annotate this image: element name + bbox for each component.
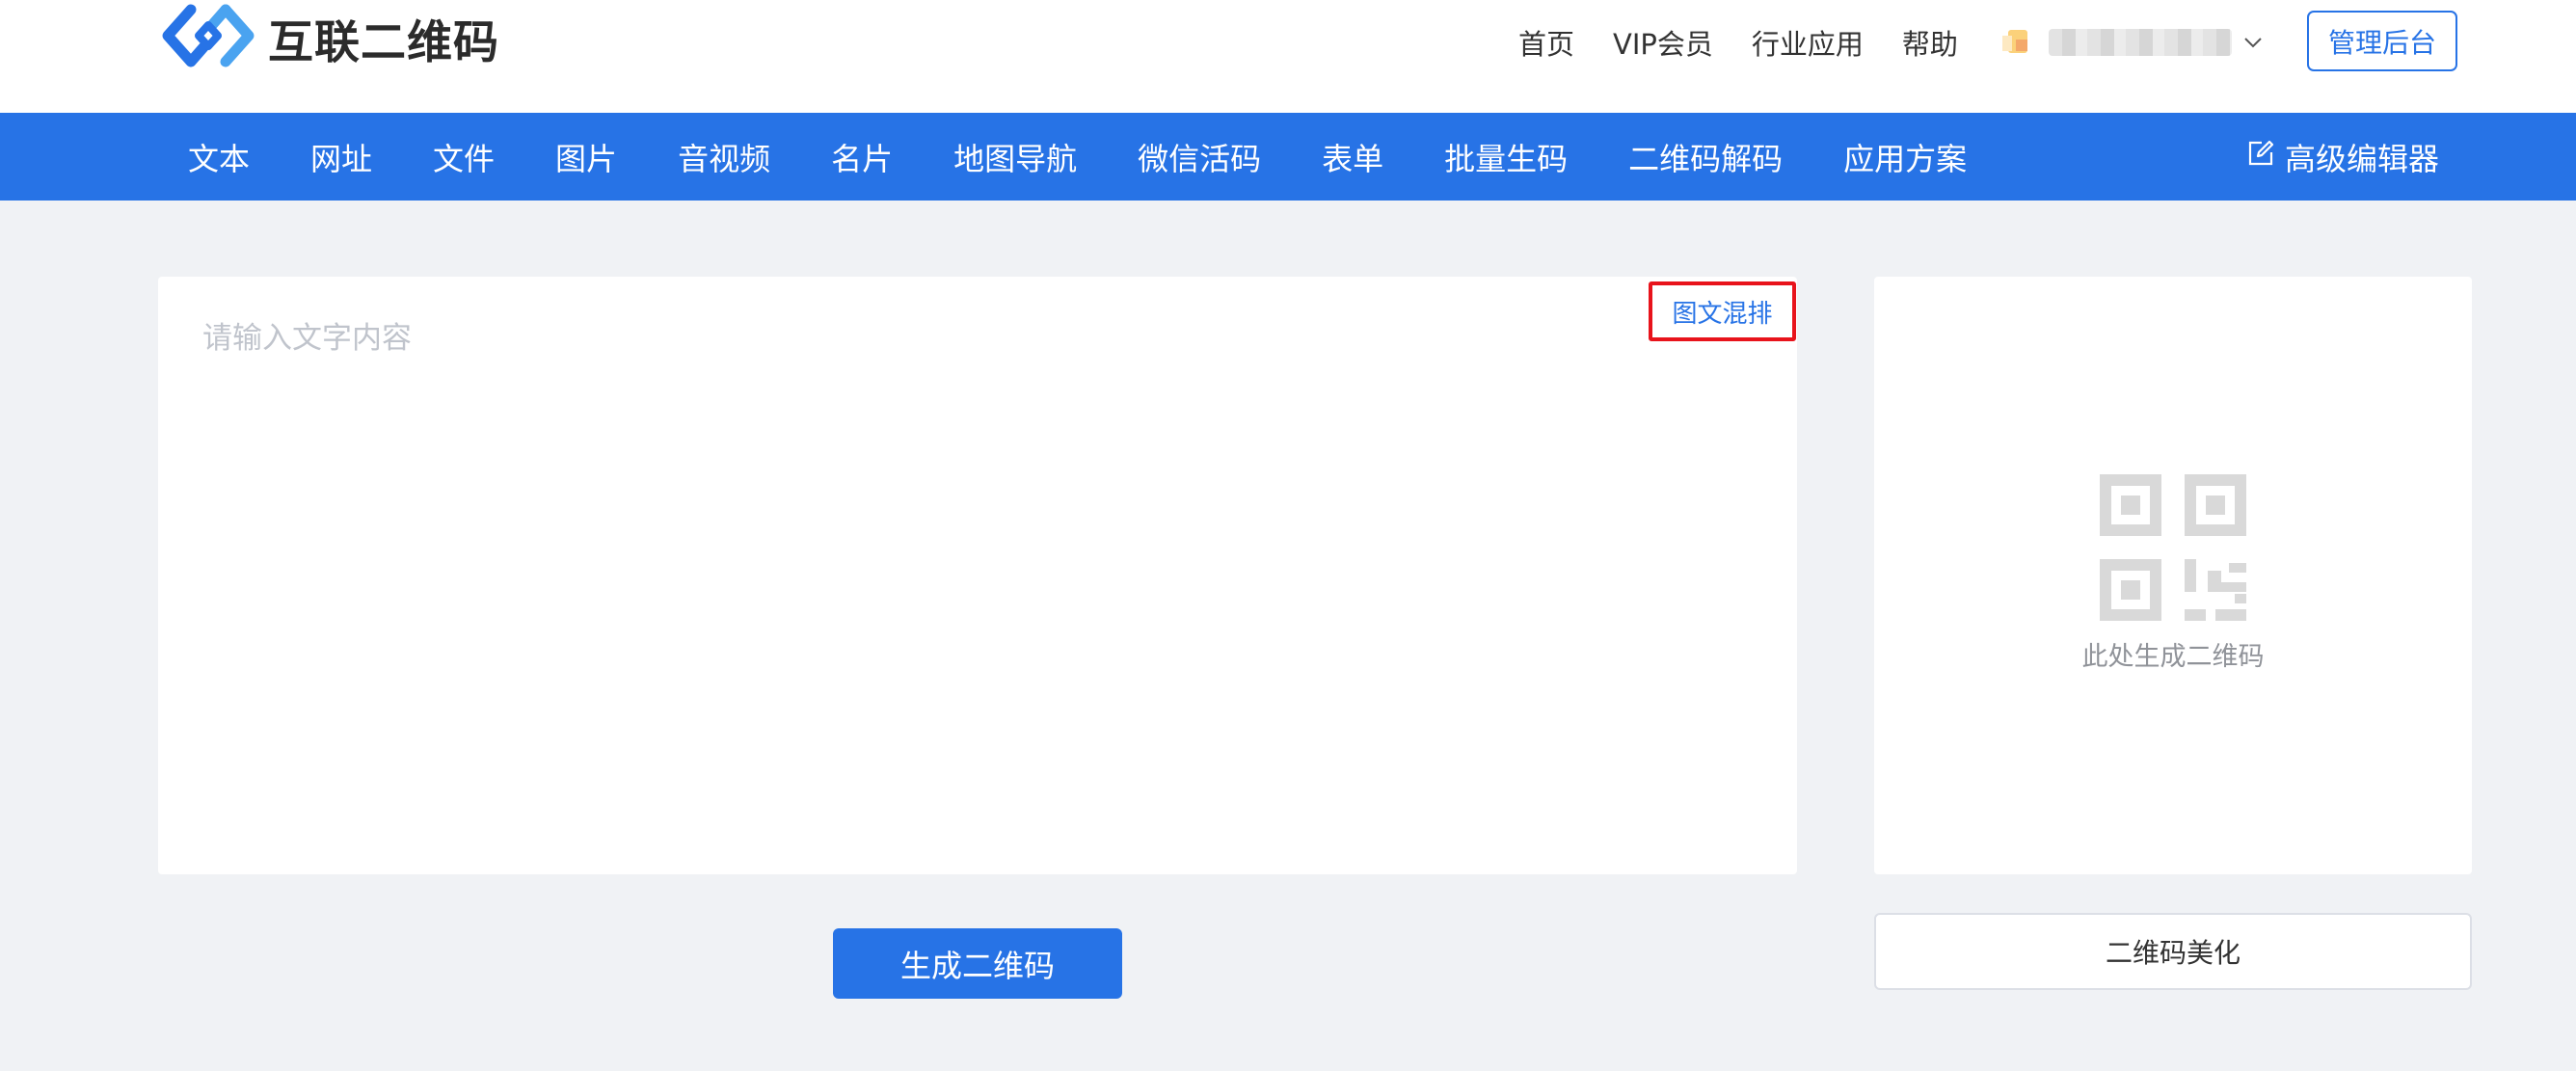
qr-placeholder-text: 此处生成二维码 xyxy=(2081,642,2265,672)
tab-wechat-live-code[interactable]: 微信活码 xyxy=(1138,135,1261,179)
nav-vip[interactable]: VIP会员 xyxy=(1613,22,1713,63)
avatar xyxy=(2002,28,2035,57)
tab-business-card[interactable]: 名片 xyxy=(831,135,893,179)
tab-audio-video[interactable]: 音视频 xyxy=(678,135,770,179)
tab-file[interactable]: 文件 xyxy=(433,135,495,179)
qrcode-icon xyxy=(2100,474,2246,621)
tab-form[interactable]: 表单 xyxy=(1322,135,1383,179)
text-content-input[interactable] xyxy=(202,321,1649,356)
user-menu[interactable] xyxy=(2002,23,2272,62)
tab-image[interactable]: 图片 xyxy=(555,135,617,179)
qr-preview-panel: 此处生成二维码 xyxy=(1874,277,2472,874)
username-blurred xyxy=(2049,29,2232,56)
nav-help[interactable]: 帮助 xyxy=(1902,22,1958,63)
tab-url[interactable]: 网址 xyxy=(310,135,372,179)
mixed-layout-button[interactable]: 图文混排 xyxy=(1649,281,1796,341)
chevron-down-icon[interactable] xyxy=(2243,31,2263,54)
tab-map-navigation[interactable]: 地图导航 xyxy=(953,135,1077,179)
logo-text: 互联二维码 xyxy=(268,15,499,69)
qr-beautify-button[interactable]: 二维码美化 xyxy=(1874,913,2472,990)
category-nav-bar: 文本 网址 文件 图片 音视频 名片 地图导航 微信活码 表单 批量生码 二维码… xyxy=(0,113,2576,201)
advanced-editor-label: 高级编辑器 xyxy=(2285,140,2440,177)
nav-industry[interactable]: 行业应用 xyxy=(1752,22,1864,63)
header: 互联二维码 首页 VIP会员 行业应用 帮助 管理后台 xyxy=(0,0,2576,113)
generate-qr-button[interactable]: 生成二维码 xyxy=(833,928,1122,999)
admin-button[interactable]: 管理后台 xyxy=(2307,11,2457,71)
top-nav: 首页 VIP会员 行业应用 帮助 xyxy=(1518,19,1997,66)
category-tabs: 文本 网址 文件 图片 音视频 名片 地图导航 微信活码 表单 批量生码 二维码… xyxy=(188,113,2027,201)
text-editor-panel: 图文混排 xyxy=(158,277,1797,874)
tab-batch-generate[interactable]: 批量生码 xyxy=(1444,135,1568,179)
tab-qr-decode[interactable]: 二维码解码 xyxy=(1628,135,1783,179)
edit-icon xyxy=(2246,139,2285,175)
nav-home[interactable]: 首页 xyxy=(1518,22,1574,63)
advanced-editor-link[interactable]: 高级编辑器 xyxy=(2246,113,2439,201)
tab-solutions[interactable]: 应用方案 xyxy=(1843,135,1967,179)
logo-icon xyxy=(162,2,255,73)
tab-text[interactable]: 文本 xyxy=(188,135,250,179)
site-logo[interactable]: 互联二维码 xyxy=(162,4,499,71)
